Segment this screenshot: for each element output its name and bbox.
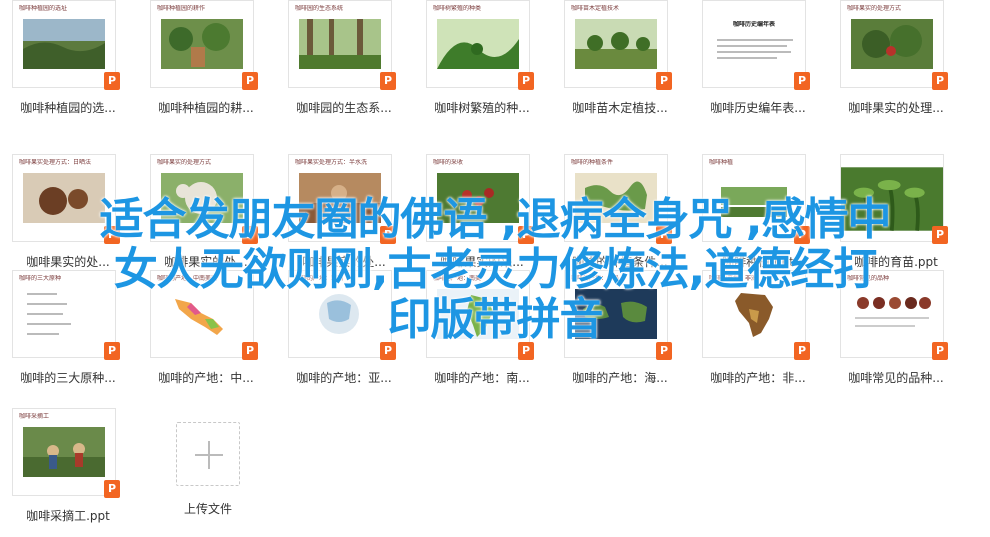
- file-item[interactable]: 咖啡种植园的耕作 P 咖啡种植园的耕...: [144, 0, 268, 125]
- ppt-file-icon: P: [794, 72, 810, 90]
- file-item[interactable]: 咖啡树繁殖的种类 P 咖啡树繁殖的种...: [420, 0, 544, 125]
- thumbnail-title: 咖啡的采收: [433, 159, 464, 166]
- overlay-banner-text: 适合发朋友圈的佛语 ,退病全身咒 ,感情中 女人无欲则刚,古老灵力修炼法,道德经…: [0, 195, 990, 345]
- file-name[interactable]: 咖啡采摘工.ppt: [6, 507, 130, 524]
- file-name[interactable]: 咖啡种植园的选...: [6, 99, 130, 116]
- ppt-file-icon: P: [380, 72, 396, 90]
- file-name[interactable]: 咖啡的产地：非...: [696, 369, 820, 386]
- overlay-line-3: 印版带拼音: [387, 294, 604, 345]
- file-thumbnail[interactable]: 咖啡园的生态系统: [288, 0, 392, 88]
- ppt-file-icon: P: [104, 480, 120, 498]
- file-name[interactable]: 咖啡种植园的耕...: [144, 99, 268, 116]
- thumbnail-image: [161, 19, 243, 69]
- file-name[interactable]: 咖啡果实的处理...: [834, 99, 958, 116]
- file-item[interactable]: 咖啡采摘工 P 咖啡采摘工.ppt: [6, 408, 130, 533]
- ppt-file-icon: P: [518, 72, 534, 90]
- file-thumbnail[interactable]: 咖啡果实的处理方式: [840, 0, 944, 88]
- ppt-file-icon: P: [242, 72, 258, 90]
- ppt-file-icon: P: [104, 72, 120, 90]
- thumbnail-image: [851, 19, 933, 69]
- thumbnail-title: 咖啡果实的处理方式: [157, 159, 212, 166]
- file-item[interactable]: 咖啡果实的处理方式 P 咖啡果实的处理...: [834, 0, 958, 125]
- thumbnail-title: 咖啡的种植条件: [571, 159, 614, 166]
- thumbnail-title: 咖啡苗木定植技术: [571, 5, 620, 12]
- file-name[interactable]: 咖啡的产地：亚...: [282, 369, 406, 386]
- file-name[interactable]: 咖啡的产地：海...: [558, 369, 682, 386]
- file-thumbnail[interactable]: 咖啡种植园的选址: [12, 0, 116, 88]
- ppt-file-icon: P: [656, 72, 672, 90]
- file-thumbnail[interactable]: 咖啡种植园的耕作: [150, 0, 254, 88]
- file-thumbnail[interactable]: 咖啡树繁殖的种类: [426, 0, 530, 88]
- file-name[interactable]: 咖啡常见的品种...: [834, 369, 958, 386]
- file-item[interactable]: 咖啡苗木定植技术 P 咖啡苗木定植技...: [558, 0, 682, 125]
- thumbnail-title: 咖啡种植园的选址: [19, 5, 68, 12]
- thumbnail-image: [23, 427, 105, 477]
- thumbnail-title: 咖啡历史编年表: [732, 21, 775, 28]
- file-name[interactable]: 咖啡的产地：中...: [144, 369, 268, 386]
- file-name[interactable]: 咖啡的产地：南...: [420, 369, 544, 386]
- file-name[interactable]: 咖啡园的生态系...: [282, 99, 406, 116]
- file-name[interactable]: 咖啡苗木定植技...: [558, 99, 682, 116]
- file-item[interactable]: 咖啡种植园的选址 P 咖啡种植园的选...: [6, 0, 130, 125]
- upload-label[interactable]: 上传文件: [158, 500, 258, 517]
- thumbnail-title: 咖啡种植: [709, 159, 734, 166]
- thumbnail-image: [23, 19, 105, 69]
- thumbnail-title: 咖啡果实处理方式：半水洗: [295, 159, 368, 166]
- file-name[interactable]: 咖啡历史编年表...: [696, 99, 820, 116]
- thumbnail-title: 咖啡种植园的耕作: [157, 5, 206, 12]
- plus-icon-vertical: [208, 441, 210, 469]
- file-item[interactable]: 咖啡园的生态系统 P 咖啡园的生态系...: [282, 0, 406, 125]
- overlay-line-2: 女人无欲则刚,古老灵力修炼法,道德经打: [113, 244, 877, 295]
- thumbnail-title: 咖啡采摘工: [19, 413, 50, 420]
- file-thumbnail[interactable]: 咖啡采摘工: [12, 408, 116, 496]
- thumbnail-image: [299, 19, 381, 69]
- ppt-file-icon: P: [932, 72, 948, 90]
- thumbnail-image: [437, 19, 519, 69]
- overlay-line-1: 适合发朋友圈的佛语 ,退病全身咒 ,感情中: [99, 194, 891, 245]
- file-thumbnail[interactable]: 咖啡历史编年表: [702, 0, 806, 88]
- thumbnail-title: 咖啡果实的处理方式: [847, 5, 902, 12]
- thumbnail-title: 咖啡果实处理方式：日晒法: [19, 159, 92, 166]
- upload-button[interactable]: [176, 422, 240, 486]
- thumbnail-title: 咖啡树繁殖的种类: [433, 5, 482, 12]
- file-name[interactable]: 咖啡树繁殖的种...: [420, 99, 544, 116]
- thumbnail-image: [575, 19, 657, 69]
- thumbnail-title: 咖啡的育苗: [847, 159, 878, 166]
- file-name[interactable]: 咖啡的三大原种...: [6, 369, 130, 386]
- file-item[interactable]: 咖啡历史编年表 P 咖啡历史编年表...: [696, 0, 820, 125]
- thumbnail-title: 咖啡园的生态系统: [295, 5, 344, 12]
- file-thumbnail[interactable]: 咖啡苗木定植技术: [564, 0, 668, 88]
